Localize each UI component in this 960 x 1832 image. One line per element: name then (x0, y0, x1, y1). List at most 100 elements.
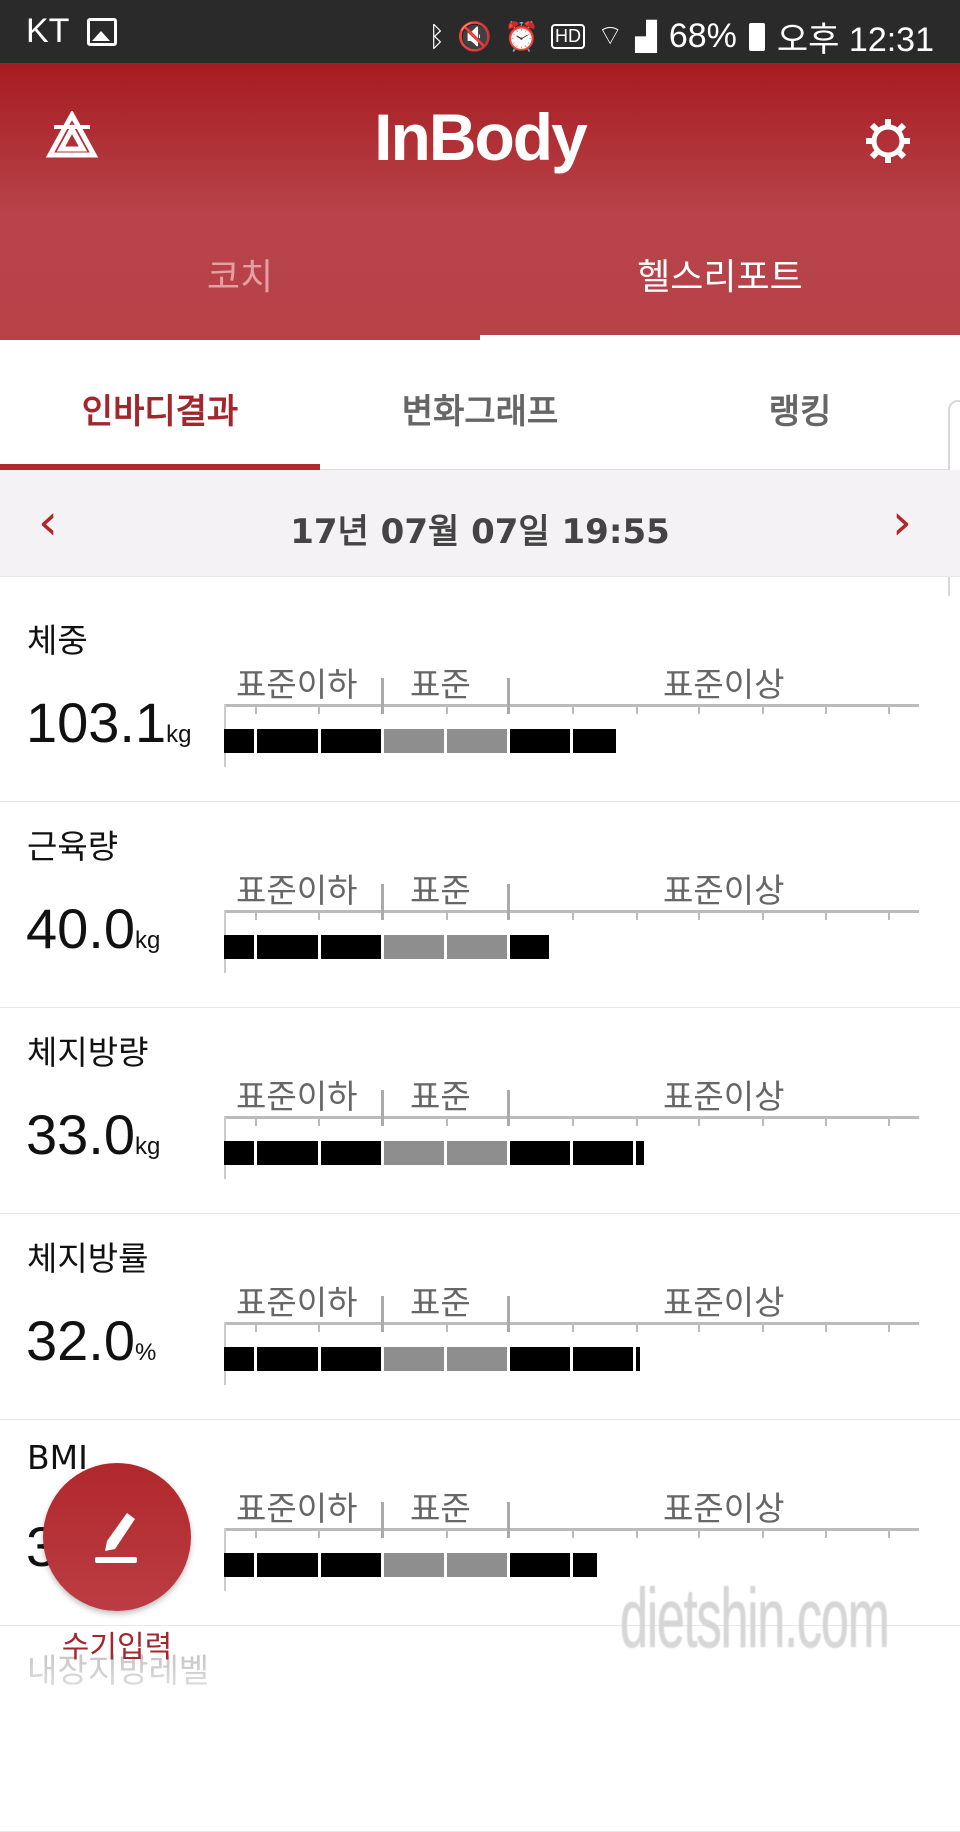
app-header: InBody 코치 헬스리포트 (0, 63, 960, 340)
bar-segment (257, 1347, 318, 1371)
bar-segment (257, 1553, 318, 1577)
metric-value: 33.0kg (26, 1102, 160, 1167)
clock: 오후 12:31 (776, 21, 934, 59)
label-above-standard: 표준이상 (663, 1283, 785, 1322)
bluetooth-icon: ᛒ (428, 20, 446, 52)
gear-icon[interactable] (864, 117, 912, 165)
scale-tick (636, 910, 638, 920)
subtab-ranking[interactable]: 랭킹 (640, 384, 960, 433)
scale-tick (446, 1322, 448, 1332)
metric-label: 체지방량 (27, 1033, 149, 1072)
label-above-standard: 표준이상 (663, 1077, 785, 1116)
scale-tick (318, 704, 320, 714)
scale-tick (255, 910, 257, 920)
value-number: 103.1 (26, 691, 167, 754)
sub-tabs: 인바디결과 변화그래프 랭킹 (0, 340, 960, 470)
bar-segment (510, 729, 570, 753)
metric-value: 40.0kg (26, 896, 160, 961)
metric-row: 체지방량 33.0kg 표준이하 표준 표준이상 (0, 1008, 960, 1214)
label-below-standard: 표준이하 (236, 1283, 358, 1322)
alarm-icon: ⏰ (504, 21, 539, 52)
subtab-change-graph[interactable]: 변화그래프 (320, 384, 640, 433)
value-unit: kg (135, 1133, 161, 1160)
label-below-standard: 표준이하 (236, 1489, 358, 1528)
scale-tick (698, 910, 700, 920)
bar-segment (510, 935, 550, 959)
label-below-standard: 표준이하 (236, 1077, 358, 1116)
bar-segment (636, 1347, 640, 1371)
scale-range-divider (381, 1090, 384, 1126)
scale-range-divider (507, 1296, 510, 1332)
scale-tick (318, 910, 320, 920)
scale-tick (636, 1116, 638, 1126)
bar-segment (257, 935, 318, 959)
label-standard: 표준 (410, 1077, 471, 1116)
bar-segment (321, 1141, 381, 1165)
scale-tick (698, 704, 700, 714)
tab-health-report[interactable]: 헬스리포트 (480, 248, 960, 300)
scale-tick (318, 1528, 320, 1538)
label-standard: 표준 (410, 1489, 471, 1528)
scale-range-divider (381, 884, 384, 920)
scale-tick (825, 1528, 827, 1538)
bar-segment (224, 935, 254, 959)
bar-segment (447, 1347, 507, 1371)
bar-segment (384, 729, 444, 753)
bar-segment (510, 1347, 570, 1371)
scale-tick (698, 1322, 700, 1332)
bar-segment (321, 935, 381, 959)
bar-segment (224, 1141, 254, 1165)
scale-tick (825, 1116, 827, 1126)
battery-percent: 68% (668, 17, 737, 55)
measurement-date: 17년 07월 07일 19:55 (290, 512, 670, 552)
bar-segment (447, 729, 507, 753)
bar-segment (321, 729, 381, 753)
bar-segment (384, 1347, 444, 1371)
scale-tick (636, 704, 638, 714)
scale-tick (698, 1116, 700, 1126)
scale-range-divider (381, 1502, 384, 1538)
metric-row: 체지방률 32.0% 표준이하 표준 표준이상 (0, 1214, 960, 1420)
scale-range-divider (507, 884, 510, 920)
scale-tick (888, 1116, 890, 1126)
scale-tick (888, 1322, 890, 1332)
value-unit: kg (166, 721, 192, 748)
scale-range-divider (507, 678, 510, 714)
metric-row: 근육량 40.0kg 표준이하 표준 표준이상 (0, 802, 960, 1008)
next-date-button[interactable]: › (892, 497, 932, 548)
manual-input-button[interactable] (43, 1463, 191, 1611)
bar-segment (573, 1553, 598, 1577)
bar-segment (321, 1347, 381, 1371)
scale-tick (762, 1116, 764, 1126)
scale-tick (446, 1116, 448, 1126)
pencil-icon (95, 1513, 137, 1563)
scale-tick (572, 704, 574, 714)
bar-segment (510, 1553, 570, 1577)
scale-tick (825, 1322, 827, 1332)
bar-segment (384, 1141, 444, 1165)
scale-tick (255, 1528, 257, 1538)
scale-tick (318, 1116, 320, 1126)
value-number: 33.0 (26, 1103, 135, 1166)
scale-tick (762, 1322, 764, 1332)
bar-segment (321, 1553, 381, 1577)
scale-range-divider (507, 1502, 510, 1538)
label-above-standard: 표준이상 (663, 665, 785, 704)
value-unit: % (135, 1339, 157, 1366)
scale-range-divider (381, 1296, 384, 1332)
bar-segment (573, 1141, 633, 1165)
scale-tick (698, 1528, 700, 1538)
label-standard: 표준 (410, 1283, 471, 1322)
bar-segment (573, 729, 616, 753)
subtab-inbody-result[interactable]: 인바디결과 (0, 384, 320, 433)
value-number: 40.0 (26, 897, 135, 960)
bar-segment (573, 1347, 633, 1371)
label-above-standard: 표준이상 (663, 1489, 785, 1528)
status-bar: KT ᛒ 🔇 ⏰ HD ⌔ ▟ 68% 오후 12:31 (0, 0, 960, 63)
tab-coach[interactable]: 코치 (0, 248, 480, 300)
scale-tick (888, 704, 890, 714)
manual-input-label: 수기입력 (61, 1630, 173, 1665)
scale-tick (572, 1116, 574, 1126)
battery-icon (748, 22, 765, 51)
label-below-standard: 표준이하 (236, 665, 358, 704)
